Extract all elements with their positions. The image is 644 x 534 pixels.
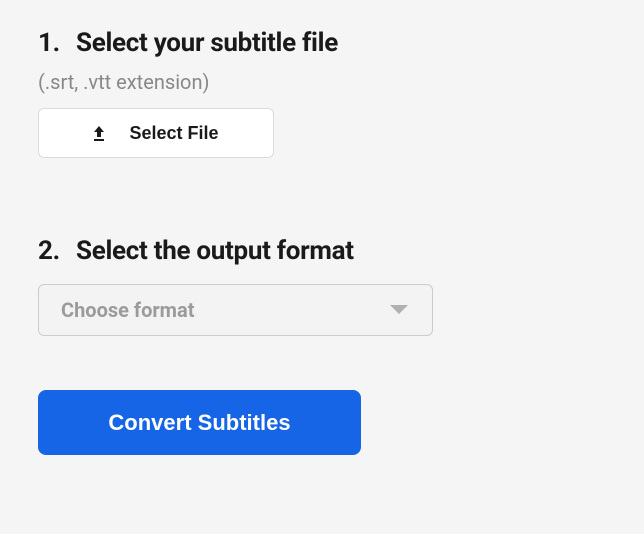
step-2-heading: 2. Select the output format: [38, 236, 606, 266]
select-file-button[interactable]: Select File: [38, 108, 274, 158]
format-placeholder: Choose format: [61, 298, 194, 322]
select-file-label: Select File: [129, 123, 218, 144]
step-2-title: Select the output format: [76, 236, 354, 266]
format-select[interactable]: Choose format: [38, 284, 433, 336]
file-extension-hint: (.srt, .vtt extension): [38, 70, 606, 94]
step-1-heading: 1. Select your subtitle file: [38, 28, 606, 58]
upload-icon: [91, 125, 107, 141]
step-1-number: 1.: [38, 28, 60, 58]
chevron-down-icon: [388, 303, 410, 317]
convert-label: Convert Subtitles: [108, 410, 290, 436]
step-1-section: 1. Select your subtitle file (.srt, .vtt…: [38, 28, 606, 158]
step-1-title: Select your subtitle file: [76, 28, 338, 58]
step-2-section: 2. Select the output format Choose forma…: [38, 236, 606, 336]
convert-subtitles-button[interactable]: Convert Subtitles: [38, 390, 361, 455]
step-2-number: 2.: [38, 236, 60, 266]
